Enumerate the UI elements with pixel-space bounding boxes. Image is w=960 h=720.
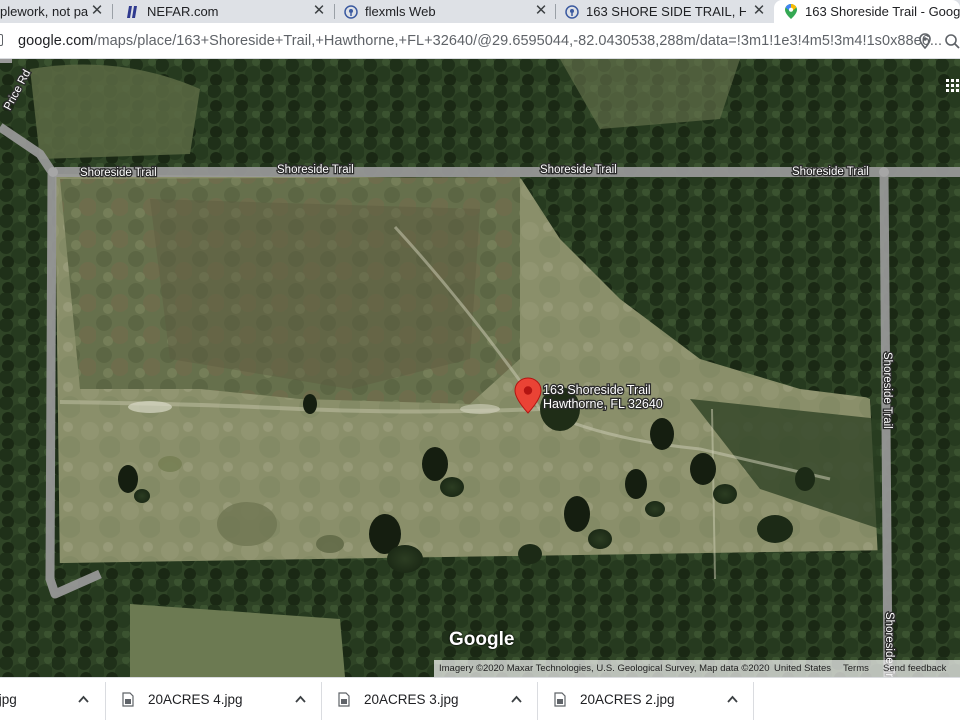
download-filename: .jpg xyxy=(0,692,17,707)
tab-title: flexmls Web xyxy=(365,4,436,19)
tab-strip: plework, not pap ✕ NEFAR.com ✕ flexmls W… xyxy=(0,0,960,23)
download-filename: 20ACRES 4.jpg xyxy=(148,692,243,707)
road-label-shoreside-2: Shoreside Trail xyxy=(277,164,354,176)
terms-link[interactable]: Terms xyxy=(843,663,869,674)
tab-divider xyxy=(334,4,335,19)
download-item[interactable]: .jpg xyxy=(0,678,105,720)
location-pin-icon[interactable] xyxy=(918,33,932,50)
tab-4-active[interactable]: 163 Shoreside Trail - Google M xyxy=(774,0,960,23)
imagery-attribution: Imagery ©2020 Maxar Technologies, U.S. G… xyxy=(439,663,770,674)
chevron-up-icon[interactable] xyxy=(727,692,738,706)
nefar-icon xyxy=(126,5,140,19)
tab-divider xyxy=(112,4,113,19)
close-icon[interactable]: ✕ xyxy=(90,1,104,19)
lock-icon xyxy=(0,34,3,46)
close-icon[interactable]: ✕ xyxy=(312,1,326,19)
download-item[interactable]: 20ACRES 2.jpg xyxy=(538,678,753,720)
pin-label-city: Hawthorne, FL 32640 xyxy=(543,397,663,411)
satellite-map[interactable]: Price Rd Shoreside Trail Shoreside Trail… xyxy=(0,59,960,677)
tab-3[interactable]: 163 SHORE SIDE TRAIL, HAWT ✕ xyxy=(557,0,772,23)
country-link[interactable]: United States xyxy=(774,663,831,674)
file-icon xyxy=(554,692,566,707)
tab-0[interactable]: plework, not pap ✕ xyxy=(0,0,110,23)
url-host: google.com xyxy=(18,33,94,49)
flexmls-icon xyxy=(565,4,579,19)
chevron-up-icon[interactable] xyxy=(295,692,306,706)
flexmls-icon xyxy=(344,4,358,19)
send-feedback-link[interactable]: Send feedback xyxy=(883,663,946,674)
close-icon[interactable]: ✕ xyxy=(752,1,766,19)
tab-title: 163 Shoreside Trail - Google M xyxy=(805,4,960,19)
tab-1[interactable]: NEFAR.com ✕ xyxy=(116,0,332,23)
map-attribution-bar: Imagery ©2020 Maxar Technologies, U.S. G… xyxy=(434,660,960,677)
close-icon[interactable]: ✕ xyxy=(534,1,548,19)
tab-2[interactable]: flexmls Web ✕ xyxy=(336,0,554,23)
google-logo: Google xyxy=(449,629,515,650)
chevron-up-icon[interactable] xyxy=(78,692,89,706)
tab-title: 163 SHORE SIDE TRAIL, HAWT xyxy=(586,4,746,19)
file-icon xyxy=(122,692,134,707)
road-label-shoreside-1: Shoreside Trail xyxy=(80,167,157,179)
download-filename: 20ACRES 2.jpg xyxy=(580,692,675,707)
apps-grid-icon[interactable] xyxy=(944,77,960,95)
url-path: /maps/place/163+Shoreside+Trail,+Hawthor… xyxy=(93,33,943,49)
url-field[interactable]: google.com/maps/place/163+Shoreside+Trai… xyxy=(18,33,942,49)
zoom-magnifier-icon[interactable] xyxy=(944,33,960,49)
road-label-shoreside-3: Shoreside Trail xyxy=(540,164,617,176)
download-item[interactable]: 20ACRES 3.jpg xyxy=(322,678,537,720)
satellite-imagery[interactable]: Price Rd Shoreside Trail Shoreside Trail… xyxy=(0,59,960,677)
download-filename: 20ACRES 3.jpg xyxy=(364,692,459,707)
google-maps-pin-icon xyxy=(784,4,798,19)
tab-title: plework, not pap xyxy=(0,4,88,19)
download-item[interactable]: 20ACRES 4.jpg xyxy=(106,678,321,720)
file-icon xyxy=(338,692,350,707)
road-label-shoreside-vertical: Shoreside Trail xyxy=(881,352,893,429)
chevron-up-icon[interactable] xyxy=(511,692,522,706)
tab-divider xyxy=(555,4,556,19)
address-bar: google.com/maps/place/163+Shoreside+Trai… xyxy=(0,23,960,59)
road-label-shoreside-4: Shoreside Trail xyxy=(792,166,869,178)
tab-title: NEFAR.com xyxy=(147,4,219,19)
pin-label-street: 163 Shoreside Trail xyxy=(543,383,651,397)
downloads-shelf: .jpg 20ACRES 4.jpg 20ACRES 3.jpg 20ACRES… xyxy=(0,677,960,720)
download-divider xyxy=(753,682,754,720)
